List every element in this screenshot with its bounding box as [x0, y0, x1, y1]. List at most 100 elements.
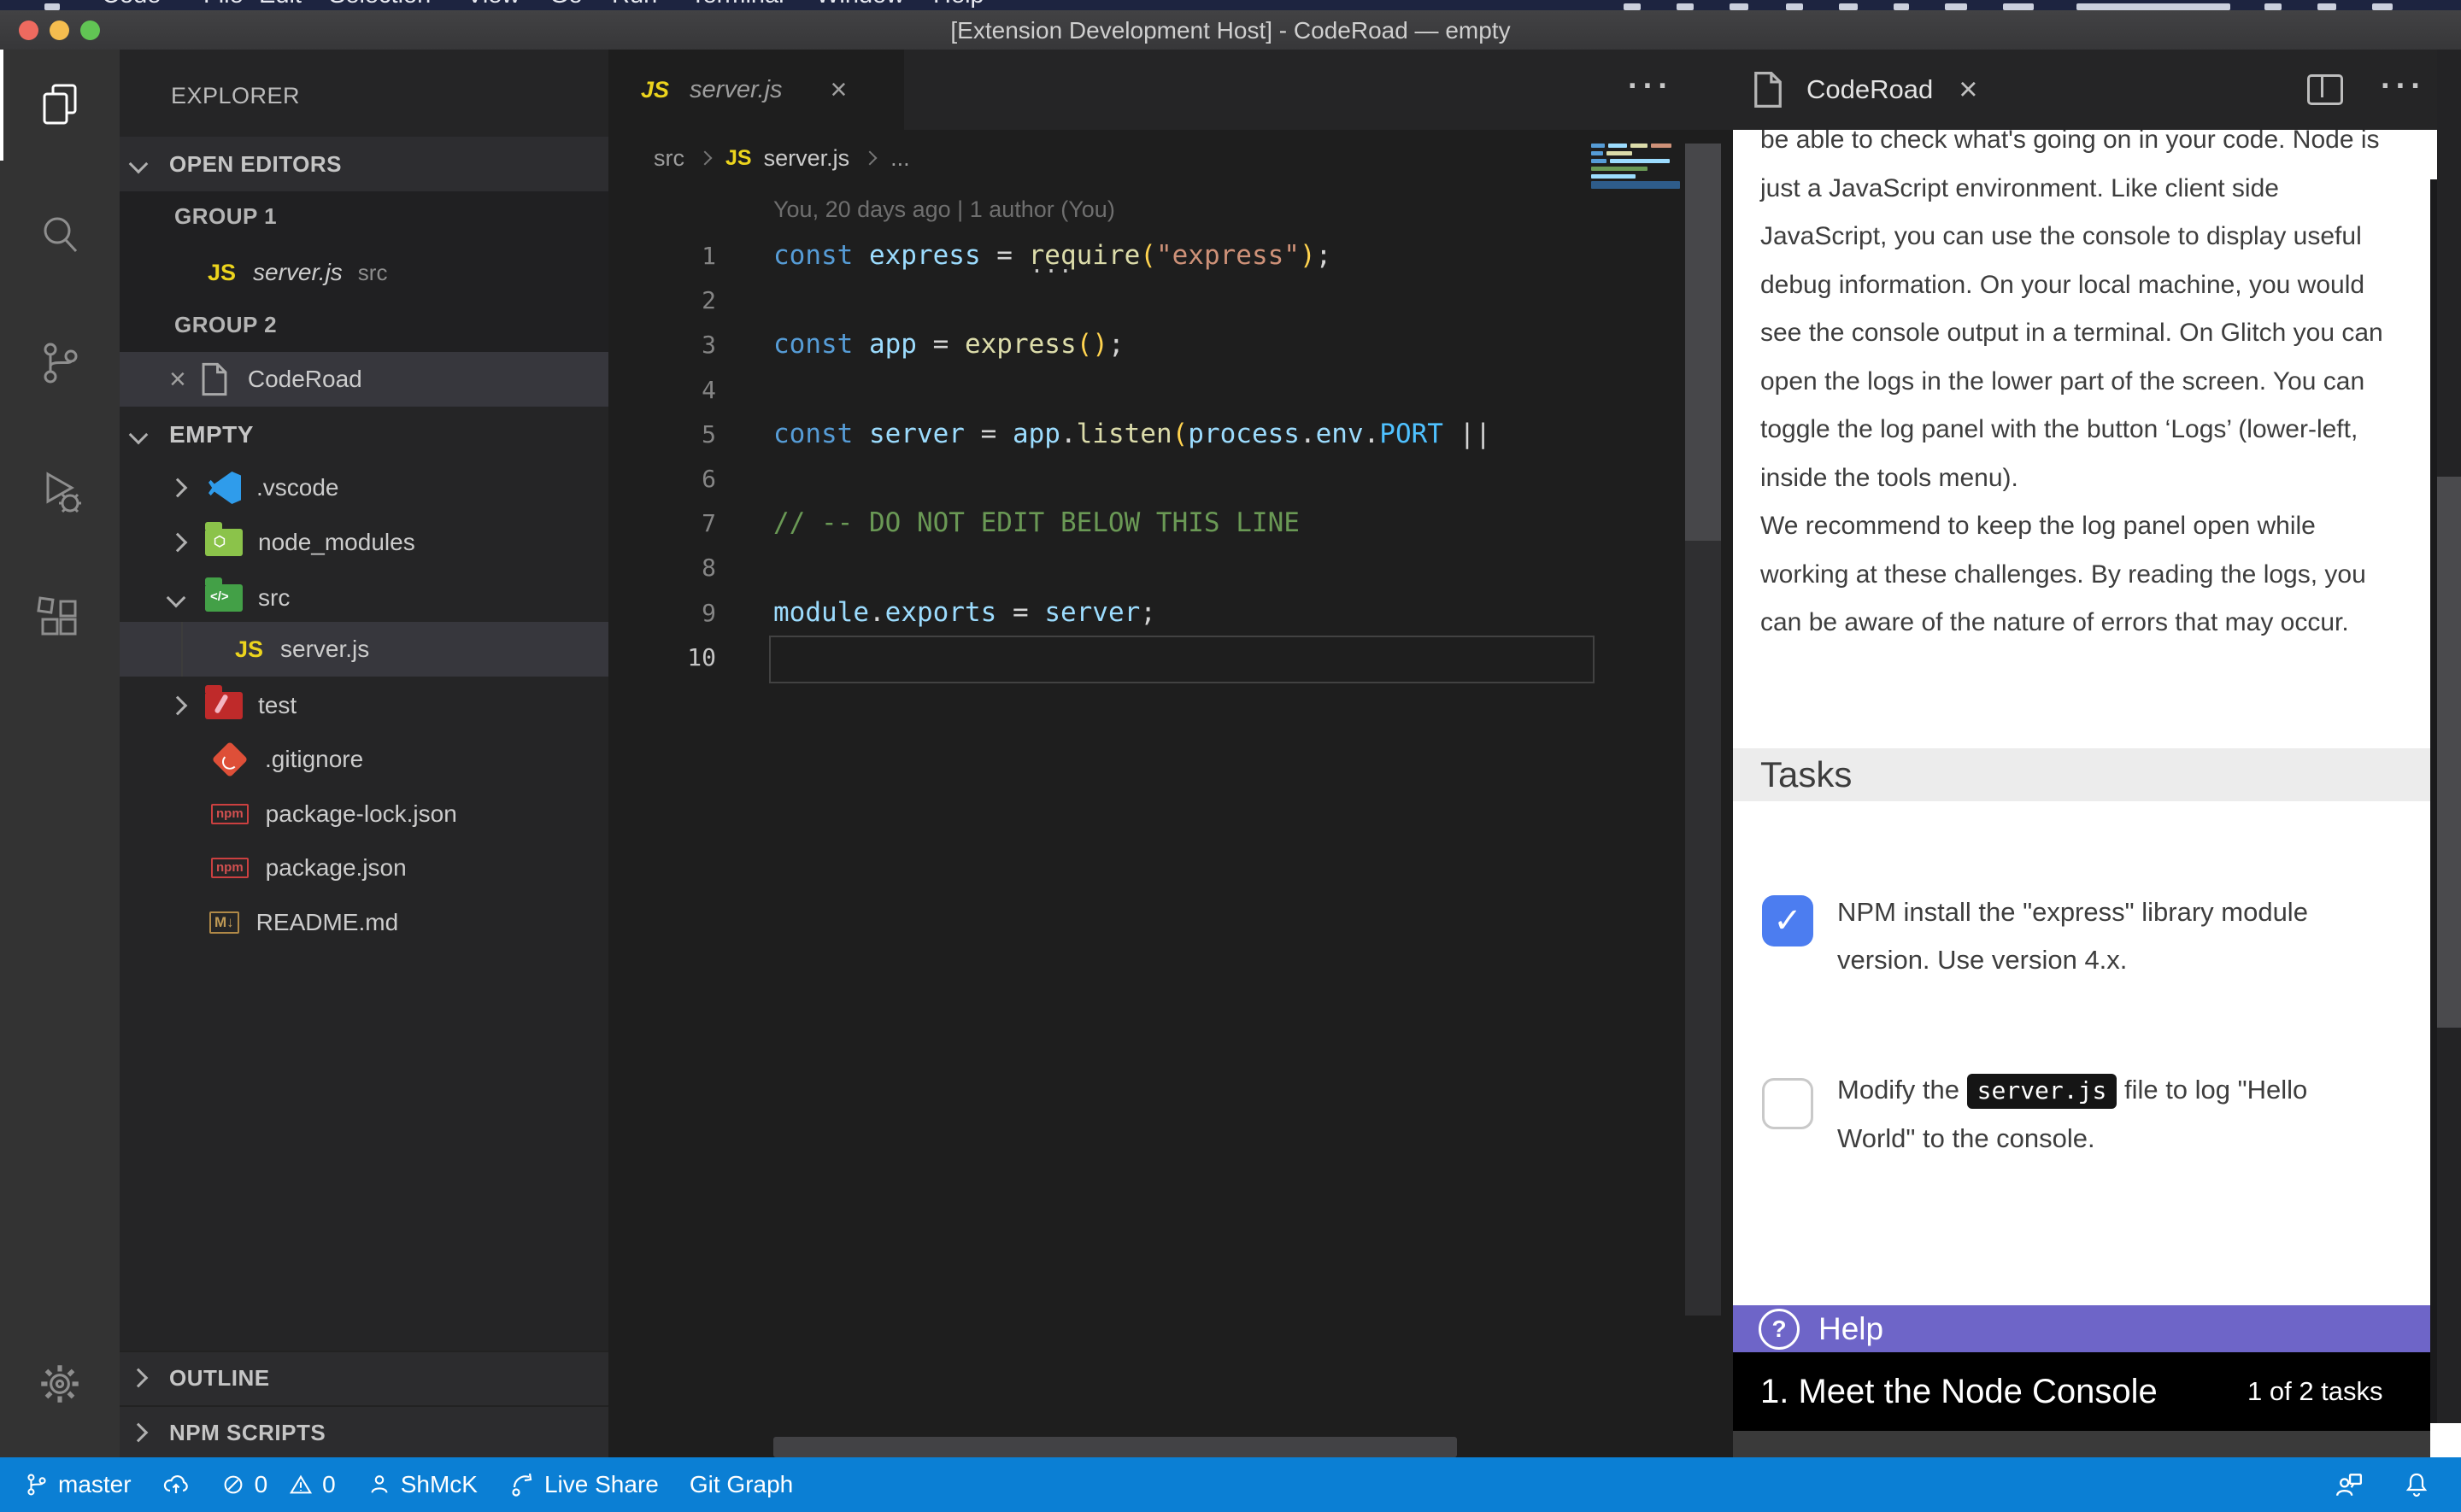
settings-gear-icon[interactable]	[0, 1329, 120, 1439]
lesson-paragraph: We recommend to keep the log panel open …	[1760, 502, 2410, 648]
sync-changes-button[interactable]	[162, 1471, 190, 1498]
menu-help[interactable]: Help	[933, 0, 984, 9]
menubar-status-icon[interactable]	[1730, 3, 1748, 10]
task-checkbox-checked[interactable]: ✓	[1762, 895, 1813, 946]
menu-code[interactable]: Code	[102, 0, 161, 9]
menubar-status-icon[interactable]	[1945, 3, 1967, 10]
code-line: 7 // -- DO NOT EDIT BELOW THIS LINE	[608, 501, 1591, 545]
live-share-button[interactable]: Live Share	[508, 1471, 659, 1498]
close-editor-icon[interactable]: ×	[169, 365, 186, 394]
code-line: 3 const app = express();	[608, 322, 1591, 366]
menu-run[interactable]: Run	[612, 0, 657, 9]
menubar-status-icon[interactable]	[1839, 3, 1858, 10]
search-icon[interactable]	[0, 180, 120, 290]
breadcrumb-src[interactable]: src	[654, 145, 684, 172]
menu-window[interactable]: Window	[816, 0, 904, 9]
code-line: 9 module.exports = server;	[608, 590, 1591, 635]
account-status[interactable]: ShMcK	[367, 1471, 478, 1498]
menu-file[interactable]: File	[203, 0, 244, 9]
git-graph-button[interactable]: Git Graph	[690, 1471, 793, 1498]
task-item-2: Modify the server.js file to log "Hello …	[1762, 1066, 2384, 1163]
menu-terminal[interactable]: Terminal	[690, 0, 784, 9]
tree-item-readme[interactable]: M↓ README.md	[120, 895, 608, 950]
window-title-bar[interactable]: [Extension Development Host] - CodeRoad …	[0, 10, 2461, 50]
macos-menu-bar: Code File Edit Selection View Go Run Ter…	[0, 0, 2461, 10]
scrollbar-thumb[interactable]	[1685, 144, 1721, 541]
menu-go[interactable]: Go	[549, 0, 583, 9]
extensions-icon[interactable]	[0, 565, 120, 674]
menu-view[interactable]: View	[467, 0, 520, 9]
menubar-clock[interactable]	[2076, 3, 2230, 10]
errors-icon	[220, 1472, 246, 1497]
chevron-right-icon	[698, 151, 713, 166]
folder-section-empty[interactable]: EMPTY	[120, 407, 608, 462]
vscode-window: Code File Edit Selection View Go Run Ter…	[0, 0, 2461, 1512]
control-center-icon[interactable]	[2372, 3, 2393, 10]
activity-bar	[0, 50, 120, 1457]
breadcrumb[interactable]: src JS server.js ...	[654, 130, 910, 186]
problems-status[interactable]: 0 0	[220, 1471, 336, 1498]
open-editors-header[interactable]: OPEN EDITORS	[120, 137, 608, 191]
source-control-icon[interactable]	[0, 308, 120, 418]
tab-server-js[interactable]: JS server.js ×	[608, 50, 904, 130]
git-branch-status[interactable]: master	[24, 1471, 132, 1498]
outline-section-header[interactable]: OUTLINE	[120, 1351, 608, 1405]
spotlight-icon[interactable]	[2264, 3, 2282, 10]
editor-group1-label: GROUP 1	[120, 189, 608, 243]
scrollbar-thumb[interactable]	[2437, 477, 2461, 1028]
close-tab-icon[interactable]: ×	[831, 75, 848, 104]
tree-item-test[interactable]: test	[120, 678, 608, 733]
feedback-icon	[2335, 1470, 2364, 1499]
npm-scripts-section-header[interactable]: NPM SCRIPTS	[120, 1405, 608, 1457]
tab-coderoad[interactable]: CodeRoad	[1806, 74, 1933, 105]
menubar-status-icon[interactable]	[1624, 3, 1641, 10]
open-editor-server-js[interactable]: JS server.js src	[120, 245, 608, 300]
task-text: Modify the server.js file to log "Hello …	[1837, 1066, 2384, 1163]
menubar-battery-icon[interactable]	[2003, 3, 2034, 10]
help-expander[interactable]: ? Help	[1733, 1305, 2437, 1352]
menu-edit[interactable]: Edit	[259, 0, 302, 9]
menubar-status-icon[interactable]	[1677, 3, 1694, 10]
status-bar: master 0 0	[0, 1457, 2461, 1512]
feedback-button[interactable]	[2335, 1470, 2364, 1499]
siri-icon[interactable]	[2317, 3, 2336, 10]
editor-horizontal-scrollbar[interactable]	[773, 1437, 1457, 1457]
menubar-status-icon[interactable]	[1894, 3, 1909, 10]
code-line: 4	[608, 367, 1591, 412]
code-line: 5 const server = app.listen(process.env.…	[608, 412, 1591, 456]
minimap[interactable]	[1591, 144, 1685, 246]
editor-group2-label: GROUP 2	[120, 297, 608, 352]
git-icon	[212, 741, 248, 777]
tree-item-node-modules[interactable]: ⬡ node_modules	[120, 515, 608, 570]
editor-more-actions[interactable]: ···	[1628, 68, 1673, 105]
explorer-icon[interactable]	[0, 50, 120, 159]
run-and-debug-icon[interactable]	[0, 437, 120, 546]
menubar-status-icon[interactable]	[1786, 3, 1803, 10]
open-editor-coderoad[interactable]: × CodeRoad	[120, 352, 608, 407]
tree-item-package-json[interactable]: npm package.json	[120, 841, 608, 895]
task-checkbox-unchecked[interactable]	[1762, 1078, 1813, 1129]
apple-menu-icon[interactable]	[44, 3, 60, 10]
lesson-title: 1. Meet the Node Console	[1760, 1373, 2158, 1411]
js-file-icon: JS	[641, 77, 669, 103]
tree-item-src[interactable]: </> src	[120, 571, 608, 625]
breadcrumb-file[interactable]: server.js	[764, 145, 850, 172]
notifications-button[interactable]	[2403, 1470, 2430, 1499]
tree-item-vscode[interactable]: .vscode	[120, 460, 608, 515]
breadcrumb-symbol[interactable]: ...	[890, 145, 910, 172]
tree-item-server-js[interactable]: JS server.js	[120, 622, 608, 677]
editor-tab-bar: JS server.js × ···	[608, 50, 1733, 130]
npm-icon: npm	[211, 804, 249, 824]
lesson-footer[interactable]: 1. Meet the Node Console 1 of 2 tasks	[1733, 1352, 2437, 1431]
tree-item-package-lock[interactable]: npm package-lock.json	[120, 787, 608, 841]
editor-group[interactable]: JS server.js × ··· src JS server.js ... …	[608, 50, 1733, 1457]
code-line: 6	[608, 456, 1591, 501]
editor-vertical-scrollbar[interactable]	[1685, 144, 1721, 1316]
tree-item-gitignore[interactable]: .gitignore	[120, 732, 608, 787]
close-tab-icon[interactable]: ×	[1959, 75, 1977, 104]
split-editor-icon[interactable]	[2307, 74, 2343, 105]
coderoad-tab-bar: CodeRoad × ···	[1733, 50, 2461, 130]
menu-selection[interactable]: Selection	[329, 0, 431, 9]
panel-more-actions[interactable]: ···	[2381, 68, 2426, 105]
window-scrollbar[interactable]	[2437, 50, 2461, 1457]
